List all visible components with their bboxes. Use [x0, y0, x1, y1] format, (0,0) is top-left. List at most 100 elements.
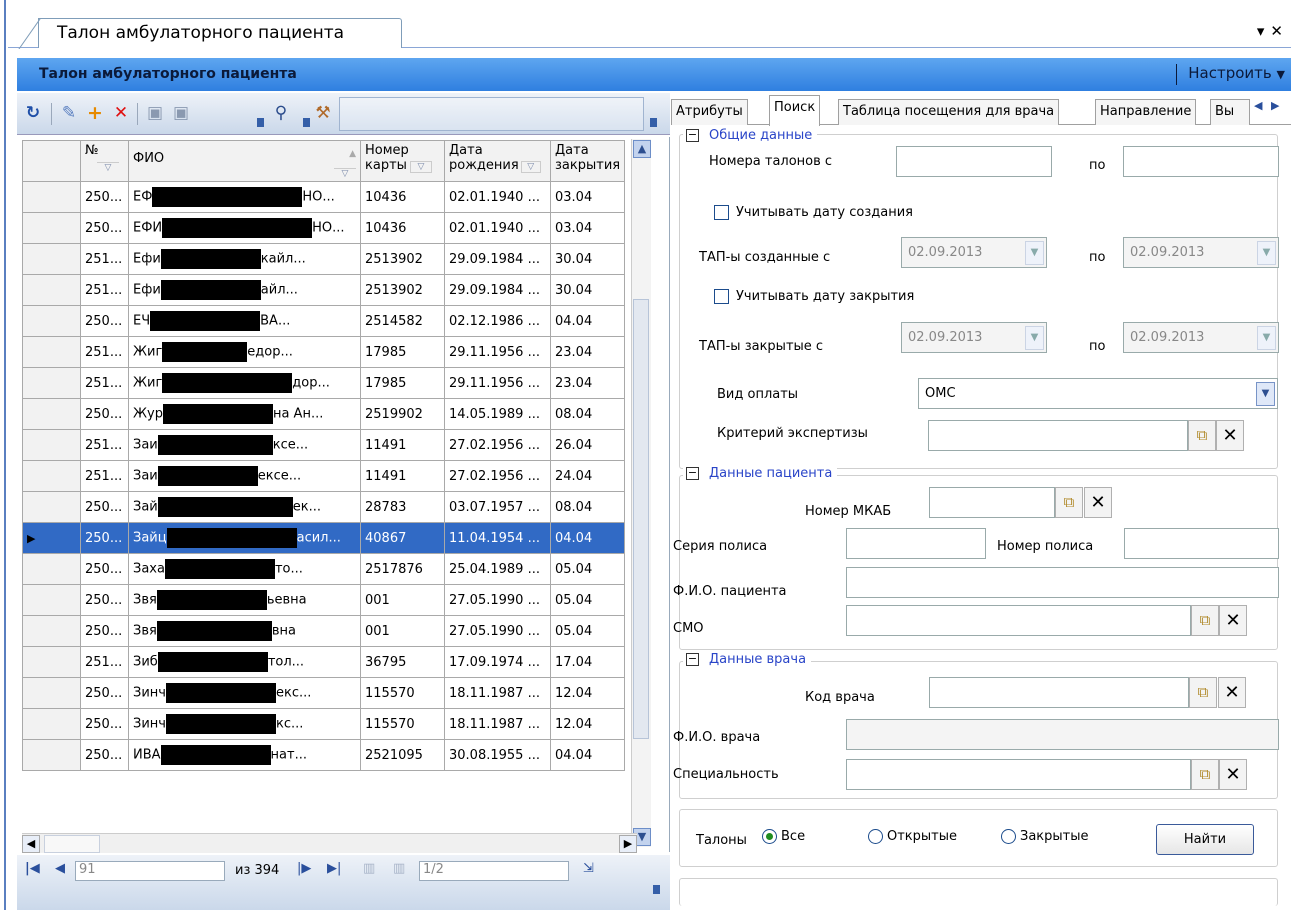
created-date-from-input[interactable]: 02.09.2013 ▼	[901, 237, 1047, 268]
cell-no[interactable]: 250...	[80, 491, 129, 523]
cell-birth[interactable]: 17.09.1974 ...	[444, 646, 551, 678]
cell-close[interactable]: 05.04	[549, 584, 626, 616]
cell-fio[interactable]: Звя вна	[128, 615, 361, 647]
cell-no[interactable]: 250...	[80, 398, 129, 430]
cell-card[interactable]: 2513902	[360, 274, 445, 306]
cell-fio[interactable]: Зинч кс...	[128, 708, 361, 740]
lookup-icon[interactable]: ⧉	[1055, 487, 1083, 518]
scroll-right-icon[interactable]: ▶	[619, 835, 637, 853]
pager-dropdown-icon[interactable]	[653, 885, 660, 894]
toolbar-dropdown[interactable]	[303, 97, 310, 131]
collapse-icon[interactable]: −	[686, 129, 699, 142]
filter-dropdown-icon[interactable]: ▽	[334, 168, 356, 179]
radio-open-icon[interactable]	[868, 829, 883, 844]
row-header[interactable]	[22, 429, 81, 461]
row-header[interactable]	[22, 398, 81, 430]
cell-fio[interactable]: Жур на Ан...	[128, 398, 361, 430]
calendar-dropdown-icon[interactable]: ▼	[1025, 241, 1044, 265]
cell-close[interactable]: 05.04	[549, 553, 626, 585]
scrollbar-thumb[interactable]	[44, 835, 100, 853]
cell-no[interactable]: 250...	[80, 212, 129, 244]
cell-card[interactable]: 11491	[360, 429, 445, 461]
table-row[interactable]: 250... ЕЧ ВА... 2514582 02.12.1986 ... 04.04	[22, 305, 626, 337]
table-row[interactable]: 250... Звя ьевна 001 27.05.1990 ... 05.04	[22, 584, 626, 616]
cell-close[interactable]: 04.04	[549, 739, 626, 771]
cell-birth[interactable]: 29.09.1984 ...	[444, 243, 551, 275]
cell-close[interactable]: 24.04	[549, 460, 626, 492]
doctor-code-input[interactable]	[929, 677, 1189, 708]
cell-card[interactable]: 40867	[360, 522, 445, 554]
cell-birth[interactable]: 02.01.1940 ...	[444, 212, 551, 244]
cell-card[interactable]: 2521095	[360, 739, 445, 771]
column-header-close[interactable]: Дата закрытия	[549, 140, 626, 182]
cell-no[interactable]: 250...	[80, 305, 129, 337]
cell-fio[interactable]: Зай ек...	[128, 491, 361, 523]
row-header[interactable]	[22, 615, 81, 647]
cell-birth[interactable]: 02.12.1986 ...	[444, 305, 551, 337]
table-row[interactable]: 251... Заи ксе... 11491 27.02.1956 ... 26.04	[22, 429, 626, 461]
table-row[interactable]: 250... Заха то... 2517876 25.04.1989 ... 05.0…	[22, 553, 626, 585]
cell-fio[interactable]: ЕЧ ВА...	[128, 305, 361, 337]
patient-name-input[interactable]	[846, 567, 1279, 598]
cell-card[interactable]: 17985	[360, 367, 445, 399]
cell-close[interactable]: 26.04	[549, 429, 626, 461]
cell-no[interactable]: 250...	[80, 739, 129, 771]
next-page-icon[interactable]: |▶	[297, 861, 311, 876]
toolbar-dropdown[interactable]	[257, 97, 264, 131]
collapse-icon[interactable]: −	[686, 653, 699, 666]
cell-fio[interactable]: Зайц асил...	[128, 522, 361, 554]
cell-card[interactable]: 001	[360, 615, 445, 647]
cell-birth[interactable]: 18.11.1987 ...	[444, 677, 551, 709]
cell-card[interactable]: 10436	[360, 181, 445, 213]
calendar-dropdown-icon[interactable]: ▼	[1257, 326, 1276, 350]
cell-birth[interactable]: 02.01.1940 ...	[444, 181, 551, 213]
radio-closed-icon[interactable]	[1001, 829, 1016, 844]
expertise-input[interactable]	[928, 420, 1188, 451]
table-row[interactable]: 251... Ефи айл... 2513902 29.09.1984 ... 30.0…	[22, 274, 626, 306]
cell-birth[interactable]: 11.04.1954 ...	[444, 522, 551, 554]
tab-search[interactable]: Поиск	[769, 95, 821, 126]
tab-attributes[interactable]: Атрибуты	[671, 99, 748, 125]
row-header[interactable]	[22, 584, 81, 616]
cell-fio[interactable]: Звя ьевна	[128, 584, 361, 616]
tab-more[interactable]: Вы	[1210, 99, 1250, 125]
table-row[interactable]: 251... Жиг едор... 17985 29.11.1956 ... 23.04	[22, 336, 626, 368]
tab-scroll-right-icon[interactable]: ▶	[1271, 99, 1279, 112]
mkab-input[interactable]	[929, 487, 1055, 518]
cell-close[interactable]: 04.04	[549, 522, 626, 554]
row-header[interactable]	[22, 212, 81, 244]
cell-close[interactable]: 03.04	[549, 181, 626, 213]
column-header-fio[interactable]: ФИО ▲ ▽	[128, 140, 361, 182]
row-header[interactable]	[22, 491, 81, 523]
cell-fio[interactable]: Заи ексе...	[128, 460, 361, 492]
cell-fio[interactable]: Заха то...	[128, 553, 361, 585]
configure-button[interactable]: Настроить ▼	[1188, 64, 1285, 82]
cell-fio[interactable]: Ефи кайл...	[128, 243, 361, 275]
policy-number-input[interactable]	[1124, 528, 1279, 559]
table-row[interactable]: 250... ИВА нат... 2521095 30.08.1955 ... 04.0…	[22, 739, 626, 771]
cell-birth[interactable]: 14.05.1989 ...	[444, 398, 551, 430]
scroll-left-icon[interactable]: ◀	[22, 835, 40, 853]
cell-no[interactable]: 250...	[80, 522, 129, 554]
save-all-icon[interactable]: ▣	[171, 103, 191, 123]
cell-card[interactable]: 2517876	[360, 553, 445, 585]
cell-no[interactable]: 251...	[80, 460, 129, 492]
smo-input[interactable]	[846, 605, 1191, 636]
cell-birth[interactable]: 18.11.1987 ...	[444, 708, 551, 740]
cell-fio[interactable]: ИВА нат...	[128, 739, 361, 771]
cell-close[interactable]: 12.04	[549, 677, 626, 709]
clear-icon[interactable]: ✕	[1218, 677, 1246, 708]
cell-no[interactable]: 250...	[80, 615, 129, 647]
cell-card[interactable]: 36795	[360, 646, 445, 678]
cell-birth[interactable]: 27.02.1956 ...	[444, 460, 551, 492]
collapse-icon[interactable]: −	[686, 467, 699, 480]
toolbar-dropdown[interactable]	[650, 97, 657, 131]
cell-close[interactable]: 03.04	[549, 212, 626, 244]
created-date-to-input[interactable]: 02.09.2013 ▼	[1123, 237, 1279, 268]
table-row[interactable]: 250... Зинч кс... 115570 18.11.1987 ... 12.04	[22, 708, 626, 740]
clear-icon[interactable]: ✕	[1216, 420, 1244, 451]
tab-doctor-visits[interactable]: Таблица посещения для врача	[838, 99, 1060, 125]
cell-no[interactable]: 250...	[80, 181, 129, 213]
table-row[interactable]: 251... Жиг дор... 17985 29.11.1956 ... 23.04	[22, 367, 626, 399]
page-next-icon[interactable]: ▥	[393, 861, 405, 876]
